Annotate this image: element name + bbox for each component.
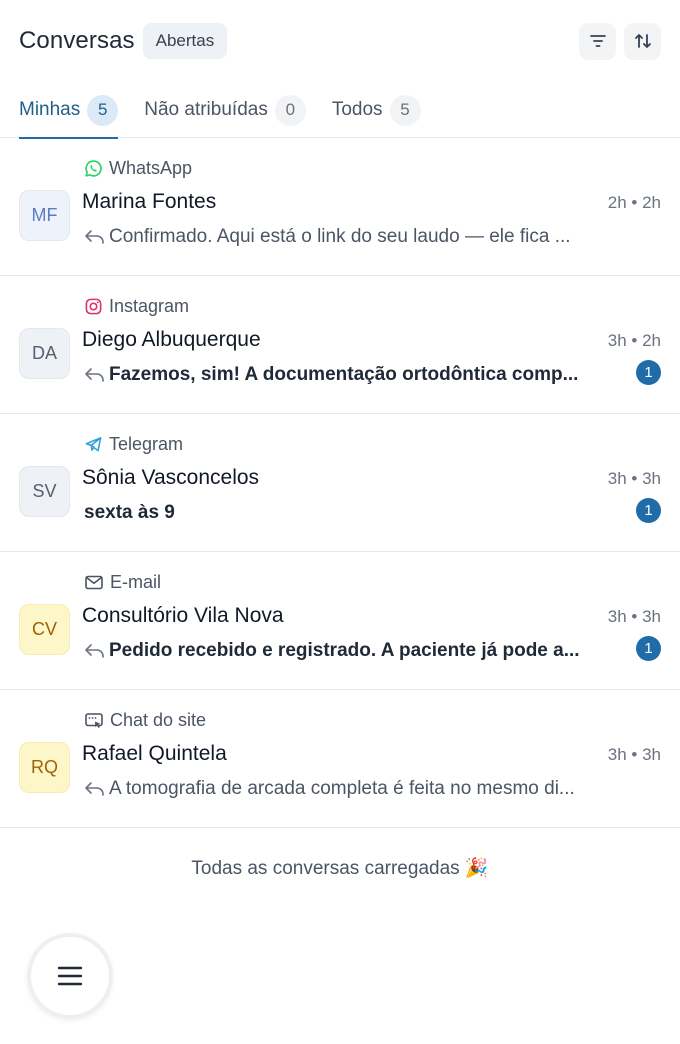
conversation-item[interactable]: WhatsApp MF Marina Fontes 2h • 2h Confir… [0, 138, 680, 276]
conversation-item[interactable]: E-mail CV Consultório Vila Nova 3h • 3h … [0, 552, 680, 690]
message-preview: sexta às 9 [84, 502, 624, 524]
tab-all[interactable]: Todos 5 [332, 82, 421, 138]
reply-icon [85, 230, 104, 244]
contact-name: Sônia Vasconcelos [82, 466, 260, 489]
tab-count: 5 [87, 94, 119, 126]
avatar: RQ [19, 742, 70, 793]
channel-label: Instagram [84, 296, 189, 317]
tab-count: 0 [274, 94, 306, 126]
telegram-icon [85, 437, 102, 452]
email-icon [85, 575, 103, 590]
unread-badge: 1 [636, 360, 661, 385]
all-loaded-message: Todas as conversas carregadas 🎉 [191, 858, 489, 879]
sort-icon [634, 34, 651, 48]
conversations-panel: Conversas Abertas Minhas 5 Não atribuída… [0, 0, 680, 1044]
tab-unassigned[interactable]: Não atribuídas 0 [144, 82, 306, 138]
header-actions [579, 22, 661, 60]
channel-name: Instagram [109, 296, 190, 316]
channel-name: E-mail [110, 572, 162, 592]
filter-button[interactable] [579, 22, 616, 60]
message-preview: Confirmado. Aqui está o link do seu laud… [84, 226, 644, 248]
avatar: CV [19, 604, 70, 655]
header: Conversas Abertas [0, 0, 680, 82]
preview-text: A tomografia de arcada completa é feita … [109, 778, 575, 799]
preview-text: Confirmado. Aqui está o link do seu laud… [109, 226, 571, 247]
channel-name: WhatsApp [109, 158, 193, 178]
tab-bar: Minhas 5 Não atribuídas 0 Todos 5 [0, 82, 680, 139]
preview-text: Fazemos, sim! A documentação ortodôntica… [109, 364, 579, 385]
channel-label: Telegram [84, 434, 183, 455]
timestamp: 3h • 2h [607, 331, 661, 350]
preview-text: sexta às 9 [84, 502, 175, 523]
conversation-item[interactable]: Chat do site RQ Rafael Quintela 3h • 3h … [0, 690, 680, 828]
website-chat-icon [85, 713, 103, 728]
menu-icon [57, 966, 83, 986]
status-filter-chip[interactable]: Abertas [142, 23, 228, 59]
message-preview: A tomografia de arcada completa é feita … [84, 778, 644, 800]
unread-badge: 1 [636, 636, 661, 661]
timestamp: 2h • 2h [607, 193, 661, 212]
reply-icon [85, 644, 104, 658]
tab-label: Minhas [19, 99, 81, 120]
tab-mine[interactable]: Minhas 5 [19, 82, 119, 139]
channel-label: WhatsApp [84, 158, 192, 179]
message-preview: Pedido recebido e registrado. A paciente… [84, 640, 624, 662]
contact-name: Rafael Quintela [82, 742, 227, 765]
timestamp: 3h • 3h [607, 469, 661, 488]
conversation-item[interactable]: Telegram SV Sônia Vasconcelos 3h • 3h se… [0, 414, 680, 552]
sort-button[interactable] [624, 22, 661, 60]
timestamp: 3h • 3h [607, 607, 661, 626]
conversation-list: WhatsApp MF Marina Fontes 2h • 2h Confir… [0, 138, 680, 828]
channel-name: Chat do site [110, 710, 207, 730]
message-preview: Fazemos, sim! A documentação ortodôntica… [84, 364, 624, 386]
tab-label: Não atribuídas [144, 99, 268, 120]
avatar: MF [19, 190, 70, 241]
contact-name: Consultório Vila Nova [82, 604, 284, 627]
reply-icon [85, 782, 104, 796]
reply-icon [85, 368, 104, 382]
menu-button[interactable] [27, 933, 113, 1019]
filter-icon [589, 35, 606, 47]
tab-label: Todos [331, 99, 383, 120]
page-title: Conversas [19, 27, 135, 54]
preview-text: Pedido recebido e registrado. A paciente… [109, 640, 580, 661]
conversation-item[interactable]: Instagram DA Diego Albuquerque 3h • 2h F… [0, 276, 680, 414]
avatar: DA [19, 328, 70, 379]
timestamp: 3h • 3h [607, 745, 661, 764]
channel-label: Chat do site [84, 710, 206, 731]
contact-name: Marina Fontes [82, 190, 217, 213]
unread-badge: 1 [636, 498, 661, 523]
contact-name: Diego Albuquerque [82, 328, 261, 351]
instagram-icon [85, 298, 102, 315]
avatar: SV [19, 466, 70, 517]
tab-count: 5 [389, 94, 421, 126]
channel-name: Telegram [109, 434, 184, 454]
whatsapp-icon [85, 160, 102, 177]
channel-label: E-mail [84, 572, 161, 593]
